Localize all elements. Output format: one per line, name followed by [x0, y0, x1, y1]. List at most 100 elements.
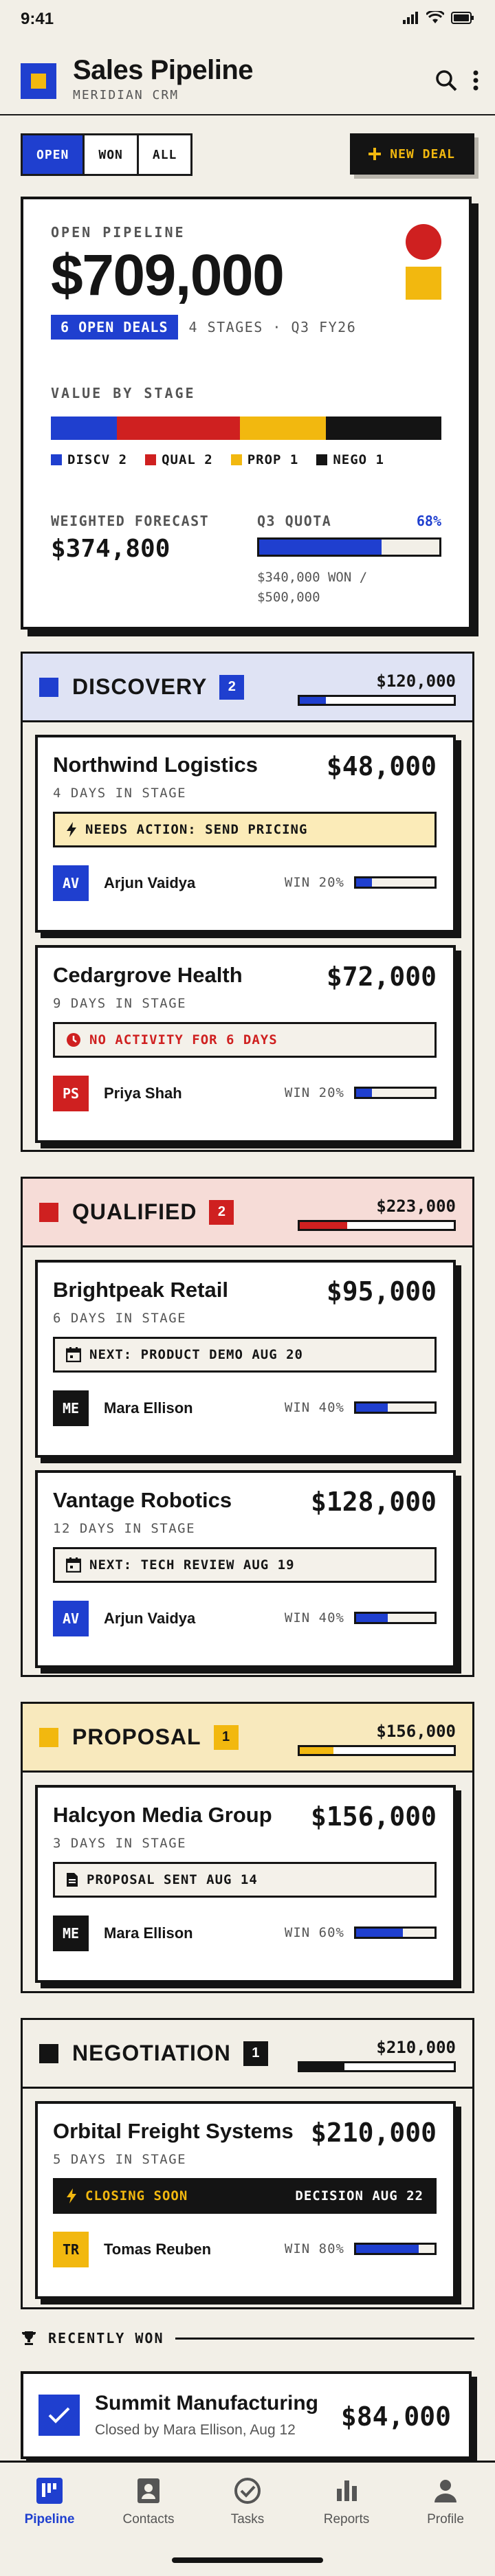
- win-probability: WIN 60%: [284, 1925, 344, 1940]
- filter-toolbar: OPEN WON ALL NEW DEAL: [0, 115, 495, 187]
- win-probability: WIN 20%: [284, 875, 344, 890]
- document-icon: [67, 1873, 78, 1887]
- stage-amount: $156,000: [376, 1722, 456, 1741]
- nav-contacts[interactable]: Contacts: [107, 2476, 190, 2527]
- win-probability: WIN 20%: [284, 1085, 344, 1100]
- deal-status-pill: NEEDS ACTION: SEND PRICING: [53, 812, 437, 847]
- win-probability: WIN 80%: [284, 2241, 344, 2256]
- deal-card[interactable]: Northwind Logistics $48,000 4 DAYS IN STAG…: [35, 735, 456, 933]
- nav-reports[interactable]: Reports: [305, 2476, 388, 2527]
- tab-won[interactable]: WON: [85, 135, 139, 174]
- stage-color-marker: [39, 1202, 58, 1222]
- stage-color-marker: [39, 2043, 58, 2063]
- battery-icon: [451, 12, 474, 24]
- stage-title: PROPOSAL: [72, 1724, 201, 1749]
- recently-won-title: RECENTLY WON: [48, 2330, 164, 2346]
- owner-name: Mara Ellison: [104, 1399, 193, 1417]
- stage-amount: $210,000: [376, 2038, 456, 2057]
- pipeline-meta: 4 STAGES · Q3 FY26: [188, 319, 357, 336]
- owner-name: Arjun Vaidya: [104, 874, 196, 891]
- tab-open[interactable]: OPEN: [23, 135, 85, 174]
- legend-negotiation: NEGO 1: [316, 452, 384, 467]
- deal-amount: $210,000: [310, 2118, 437, 2148]
- quota-target-amount: $500,000: [257, 589, 320, 605]
- win-probability: WIN 40%: [284, 1610, 344, 1625]
- nav-tasks[interactable]: Tasks: [206, 2476, 289, 2527]
- quota-label: Q3 QUOTA: [257, 513, 332, 530]
- deal-card[interactable]: Brightpeak Retail $95,000 6 DAYS IN STAGE N…: [35, 1260, 456, 1458]
- stage-negotiation: NEGOTIATION 1 $210,000 Orbital Freight S…: [21, 2018, 474, 2309]
- deal-card[interactable]: Cedargrove Health $72,000 9 DAYS IN STAGE N…: [35, 945, 456, 1143]
- app-subtitle: MERIDIAN CRM: [73, 88, 179, 102]
- deal-name: Northwind Logistics: [53, 753, 258, 777]
- legend-proposal: PROP 1: [230, 452, 299, 467]
- stage-amount: $120,000: [376, 671, 456, 691]
- tab-all[interactable]: ALL: [139, 135, 191, 174]
- status-bar: 9:41: [0, 0, 495, 40]
- deal-card[interactable]: Vantage Robotics $128,000 12 DAYS IN STAGE…: [35, 1470, 456, 1668]
- check-icon: [38, 2395, 80, 2436]
- stage-amount: $223,000: [376, 1197, 456, 1216]
- deal-status-text: NEEDS ACTION: SEND PRICING: [85, 822, 308, 837]
- stage-count-badge: 2: [219, 674, 245, 700]
- deal-card[interactable]: Orbital Freight Systems $210,000 5 DAYS IN…: [35, 2101, 456, 2299]
- bolt-icon: [67, 2188, 76, 2203]
- calendar-icon: [66, 1557, 81, 1573]
- stage-value-bar: [298, 2061, 456, 2072]
- avatar: TR: [53, 2232, 89, 2267]
- contacts-icon: [138, 2478, 160, 2503]
- win-probability: WIN 40%: [284, 1400, 344, 1415]
- deal-name: Cedargrove Health: [53, 963, 243, 987]
- stage-proposal: PROPOSAL 1 $156,000 Halcyon Media Group $…: [21, 1702, 474, 1993]
- deal-status-text: NEXT: TECH REVIEW AUG 19: [89, 1557, 295, 1573]
- stage-header-qualified[interactable]: QUALIFIED 2 $223,000: [23, 1179, 472, 1247]
- stage-value-bar: [298, 695, 456, 706]
- deal-status-text: CLOSING SOON: [85, 2188, 188, 2203]
- deal-name: Brightpeak Retail: [53, 1278, 228, 1302]
- bolt-icon: [67, 822, 76, 837]
- owner-name: Mara Ellison: [104, 1924, 193, 1942]
- won-deal-card[interactable]: Summit Manufacturing Closed by Mara Elli…: [21, 2371, 472, 2459]
- stage-header-proposal[interactable]: PROPOSAL 1 $156,000: [23, 1704, 472, 1773]
- nav-profile[interactable]: Profile: [404, 2476, 487, 2527]
- new-deal-button[interactable]: NEW DEAL: [350, 133, 474, 175]
- deal-amount: $72,000: [326, 962, 437, 992]
- page-title: Sales Pipeline: [73, 55, 254, 85]
- stage-segment-prop: [239, 417, 326, 441]
- stage-header-discovery[interactable]: DISCOVERY 2 $120,000: [23, 654, 472, 722]
- nav-label: Pipeline: [24, 2512, 75, 2527]
- deal-status-pill: NEXT: TECH REVIEW AUG 19: [53, 1547, 437, 1583]
- deal-name: Orbital Freight Systems: [53, 2119, 294, 2143]
- tasks-icon: [234, 2478, 261, 2504]
- weighted-forecast-value: $374,800: [51, 535, 170, 564]
- decorative-square: [406, 267, 441, 300]
- status-time: 9:41: [21, 10, 54, 28]
- nav-pipeline[interactable]: Pipeline: [8, 2476, 91, 2527]
- pipeline-summary-card: OPEN PIPELINE $709,000 6 OPEN DEALS 4 ST…: [21, 197, 472, 630]
- win-probability-bar: [354, 876, 437, 889]
- pipeline-icon: [36, 2478, 63, 2504]
- deal-status-pill: NEXT: PRODUCT DEMO AUG 20: [53, 1337, 437, 1373]
- stage-count-badge: 1: [243, 2041, 268, 2066]
- win-probability-bar: [354, 1087, 437, 1099]
- owner-name: Arjun Vaidya: [104, 1610, 196, 1627]
- signal-icon: [403, 12, 418, 24]
- deal-amount: $95,000: [326, 1276, 437, 1307]
- deal-card[interactable]: Halcyon Media Group $156,000 3 DAYS IN STA…: [35, 1785, 456, 1983]
- search-icon[interactable]: [434, 69, 458, 92]
- stage-segment-qual: [117, 417, 240, 441]
- stage-count-badge: 2: [209, 1199, 234, 1225]
- more-options-icon[interactable]: [473, 70, 478, 91]
- stage-title: NEGOTIATION: [72, 2041, 231, 2065]
- deal-status-pill: PROPOSAL SENT AUG 14: [53, 1862, 437, 1898]
- stage-header-negotiation[interactable]: NEGOTIATION 1 $210,000: [23, 2020, 472, 2089]
- open-deals-badge: 6 OPEN DEALS: [51, 315, 178, 340]
- stage-qualified: QUALIFIED 2 $223,000 Brightpeak Retail $9…: [21, 1177, 474, 1677]
- new-deal-label: NEW DEAL: [390, 146, 455, 162]
- nav-label: Reports: [323, 2512, 370, 2527]
- win-probability-bar: [354, 1612, 437, 1624]
- owner-name: Tomas Reuben: [104, 2241, 212, 2258]
- deal-status-text: NEXT: PRODUCT DEMO AUG 20: [89, 1347, 303, 1362]
- stage-segment-discv: [51, 417, 118, 441]
- days-in-stage: 6 DAYS IN STAGE: [53, 1311, 187, 1326]
